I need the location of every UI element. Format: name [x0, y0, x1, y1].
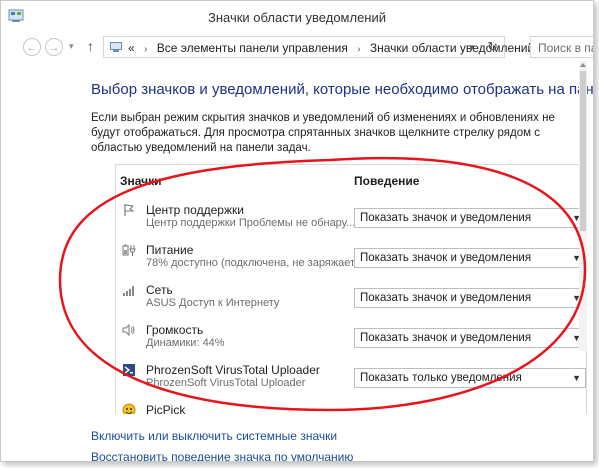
item-name: Сеть — [146, 283, 173, 297]
refresh-icon[interactable]: ↻ — [487, 39, 498, 55]
search-input[interactable]: Поиск в па — [538, 41, 593, 55]
breadcrumb-notification-area-icons[interactable]: Значки области уведомлений — [370, 41, 534, 55]
icons-list-panel: Значки Поведение Центр поддержки Центр п… — [115, 164, 587, 414]
item-name: PicPick — [146, 403, 186, 414]
recent-locations-chevron-icon[interactable]: ▾ — [69, 41, 74, 52]
behavior-select-value: Показать значок и уведомления — [360, 252, 532, 264]
item-status: Динамики: 44% — [146, 337, 225, 349]
behavior-select-value: Показать только уведомления — [360, 372, 522, 384]
behavior-select[interactable]: Показать значок и уведомления ▼ — [354, 248, 586, 268]
behavior-select-value: Показать значок и уведомления — [360, 292, 532, 304]
breadcrumb-separator: › — [144, 44, 148, 55]
item-name: Громкость — [146, 323, 204, 337]
behavior-select-value: Показать значок и уведомления — [360, 212, 532, 224]
picpick-icon — [122, 403, 136, 414]
system-icons-link[interactable]: Включить или выключить системные значки — [91, 429, 337, 443]
back-button[interactable]: ← — [23, 38, 41, 56]
list-item-network: Сеть ASUS Доступ к Интернету Показать зн… — [116, 283, 586, 323]
item-status: PhrozenSoft VirusTotal Uploader — [146, 377, 306, 389]
item-name: Центр поддержки — [146, 203, 244, 217]
behavior-select[interactable]: Показать только уведомления ▼ — [354, 368, 586, 388]
item-status: ASUS Доступ к Интернету — [146, 297, 280, 309]
list-item-volume: Громкость Динамики: 44% Показать значок … — [116, 323, 586, 363]
breadcrumb-overflow[interactable]: « — [128, 41, 135, 55]
item-status: 78% доступно (подключена, не заряжает... — [146, 257, 363, 269]
forward-button[interactable]: → — [45, 38, 63, 56]
list-item-power: Питание 78% доступно (подключена, не зар… — [116, 243, 586, 283]
list-item-picpick: PicPick — [116, 403, 586, 414]
breadcrumb-all-control-panel-items[interactable]: Все элементы панели управления — [157, 41, 348, 55]
column-header-behavior: Поведение — [354, 174, 420, 188]
breadcrumb-separator: › — [357, 44, 361, 55]
page-description: Если выбран режим скрытия значков и увед… — [91, 112, 555, 154]
virustotal-uploader-icon — [123, 364, 135, 376]
list-item-virustotal-uploader: PhrozenSoft VirusTotal Uploader PhrozenS… — [116, 363, 586, 403]
address-bar[interactable]: « › Все элементы панели управления › Зна… — [103, 36, 534, 58]
list-item-action-center: Центр поддержки Центр поддержки Проблемы… — [116, 203, 586, 243]
page-heading: Выбор значков и уведомлений, которые нео… — [91, 81, 593, 98]
behavior-select[interactable]: Показать значок и уведомления ▼ — [354, 288, 586, 308]
flag-icon — [124, 204, 135, 216]
speaker-icon — [122, 323, 135, 337]
item-status: Центр поддержки Проблемы не обнару... — [146, 217, 356, 229]
control-panel-small-icon — [110, 42, 122, 52]
signal-bars-icon — [123, 286, 134, 296]
scrollbar-thumb[interactable] — [580, 71, 586, 231]
chevron-down-icon: ▼ — [572, 373, 581, 383]
behavior-select[interactable]: Показать значок и уведомления ▼ — [354, 328, 586, 348]
item-name: PhrozenSoft VirusTotal Uploader — [146, 363, 320, 377]
battery-plug-icon — [122, 244, 136, 256]
column-header-icons: Значки — [120, 174, 162, 188]
window: Значки области уведомлений ← → ▾ ↑ « › В… — [0, 0, 594, 462]
search-box[interactable]: Поиск в па — [530, 36, 593, 58]
behavior-select[interactable]: Показать значок и уведомления ▼ — [354, 208, 586, 228]
behavior-select-value: Показать значок и уведомления — [360, 332, 532, 344]
restore-defaults-link[interactable]: Восстановить поведение значка по умолчан… — [91, 450, 353, 461]
up-level-button[interactable]: ↑ — [87, 38, 94, 54]
item-name: Питание — [146, 243, 194, 257]
title-bar: Значки области уведомлений — [1, 1, 593, 33]
address-dropdown-chevron-icon[interactable]: ▾ — [469, 42, 474, 53]
navigation-bar: ← → ▾ ↑ « › Все элементы панели управлен… — [1, 33, 593, 61]
window-title: Значки области уведомлений — [207, 10, 387, 25]
scrollbar[interactable] — [577, 61, 589, 351]
